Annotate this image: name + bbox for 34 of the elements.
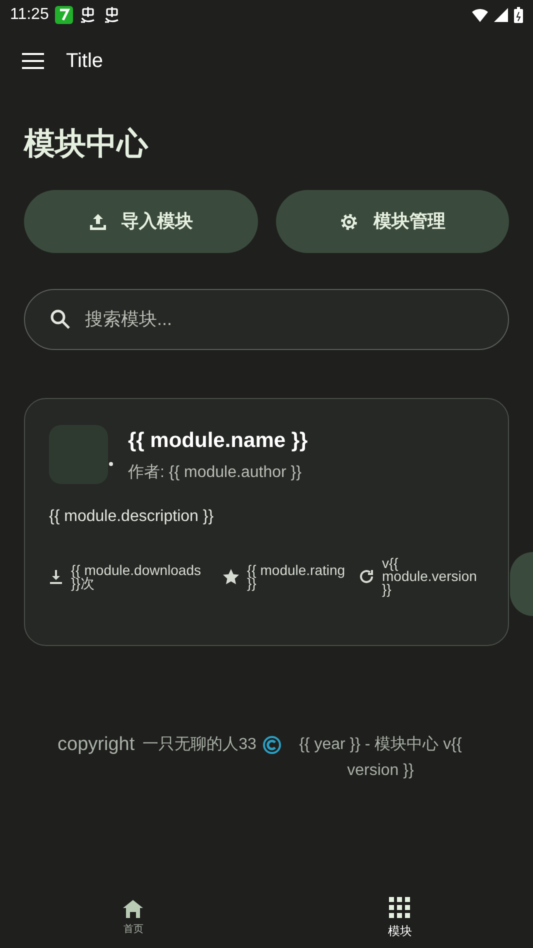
- footer-text: {{ year }} - 模块中心 v{{ version }}: [298, 734, 463, 781]
- status-time: 11:25: [10, 5, 49, 25]
- module-icon-placeholder: [49, 425, 108, 484]
- wifi-icon: [472, 8, 488, 22]
- settings-icon: [339, 212, 360, 232]
- star-icon: [223, 568, 239, 584]
- import-button[interactable]: 导入模块: [24, 190, 258, 253]
- bug-notification-icon: [102, 6, 121, 24]
- bug-notification-icon: [78, 6, 97, 24]
- page-heading: 模块中心: [24, 125, 150, 163]
- copyright-icon: [263, 736, 282, 754]
- home-icon: [123, 900, 144, 918]
- search-field[interactable]: 搜索模块...: [24, 289, 509, 350]
- update-icon: [359, 569, 374, 584]
- download-icon: [49, 570, 63, 584]
- upload-icon: [88, 212, 107, 230]
- copyright-label: copyright: [58, 733, 135, 757]
- grid-icon: [389, 896, 410, 918]
- module-author: 作者: {{ module.author }}: [128, 462, 302, 483]
- manage-button[interactable]: 模块管理: [276, 190, 509, 253]
- signal-icon: [494, 8, 508, 22]
- module-name: {{ module.name }}: [128, 428, 308, 454]
- app-notification-icon: [54, 6, 73, 24]
- app-bar-title: Title: [66, 49, 104, 74]
- version-number: v{{ module.version }}: [382, 557, 478, 596]
- nav-tab[interactable]: 首页: [0, 888, 266, 948]
- search-icon: [50, 309, 70, 329]
- module-description: {{ module.description }}: [49, 507, 215, 527]
- nav-tab[interactable]: 模块: [266, 888, 533, 948]
- menu-icon[interactable]: [22, 53, 44, 69]
- author-name: 一只无聊的人33: [142, 735, 256, 755]
- battery-icon: [514, 7, 523, 23]
- rating-value: {{ module.rating }}: [247, 564, 346, 590]
- download-count: {{ module.downloads }}次: [71, 564, 202, 590]
